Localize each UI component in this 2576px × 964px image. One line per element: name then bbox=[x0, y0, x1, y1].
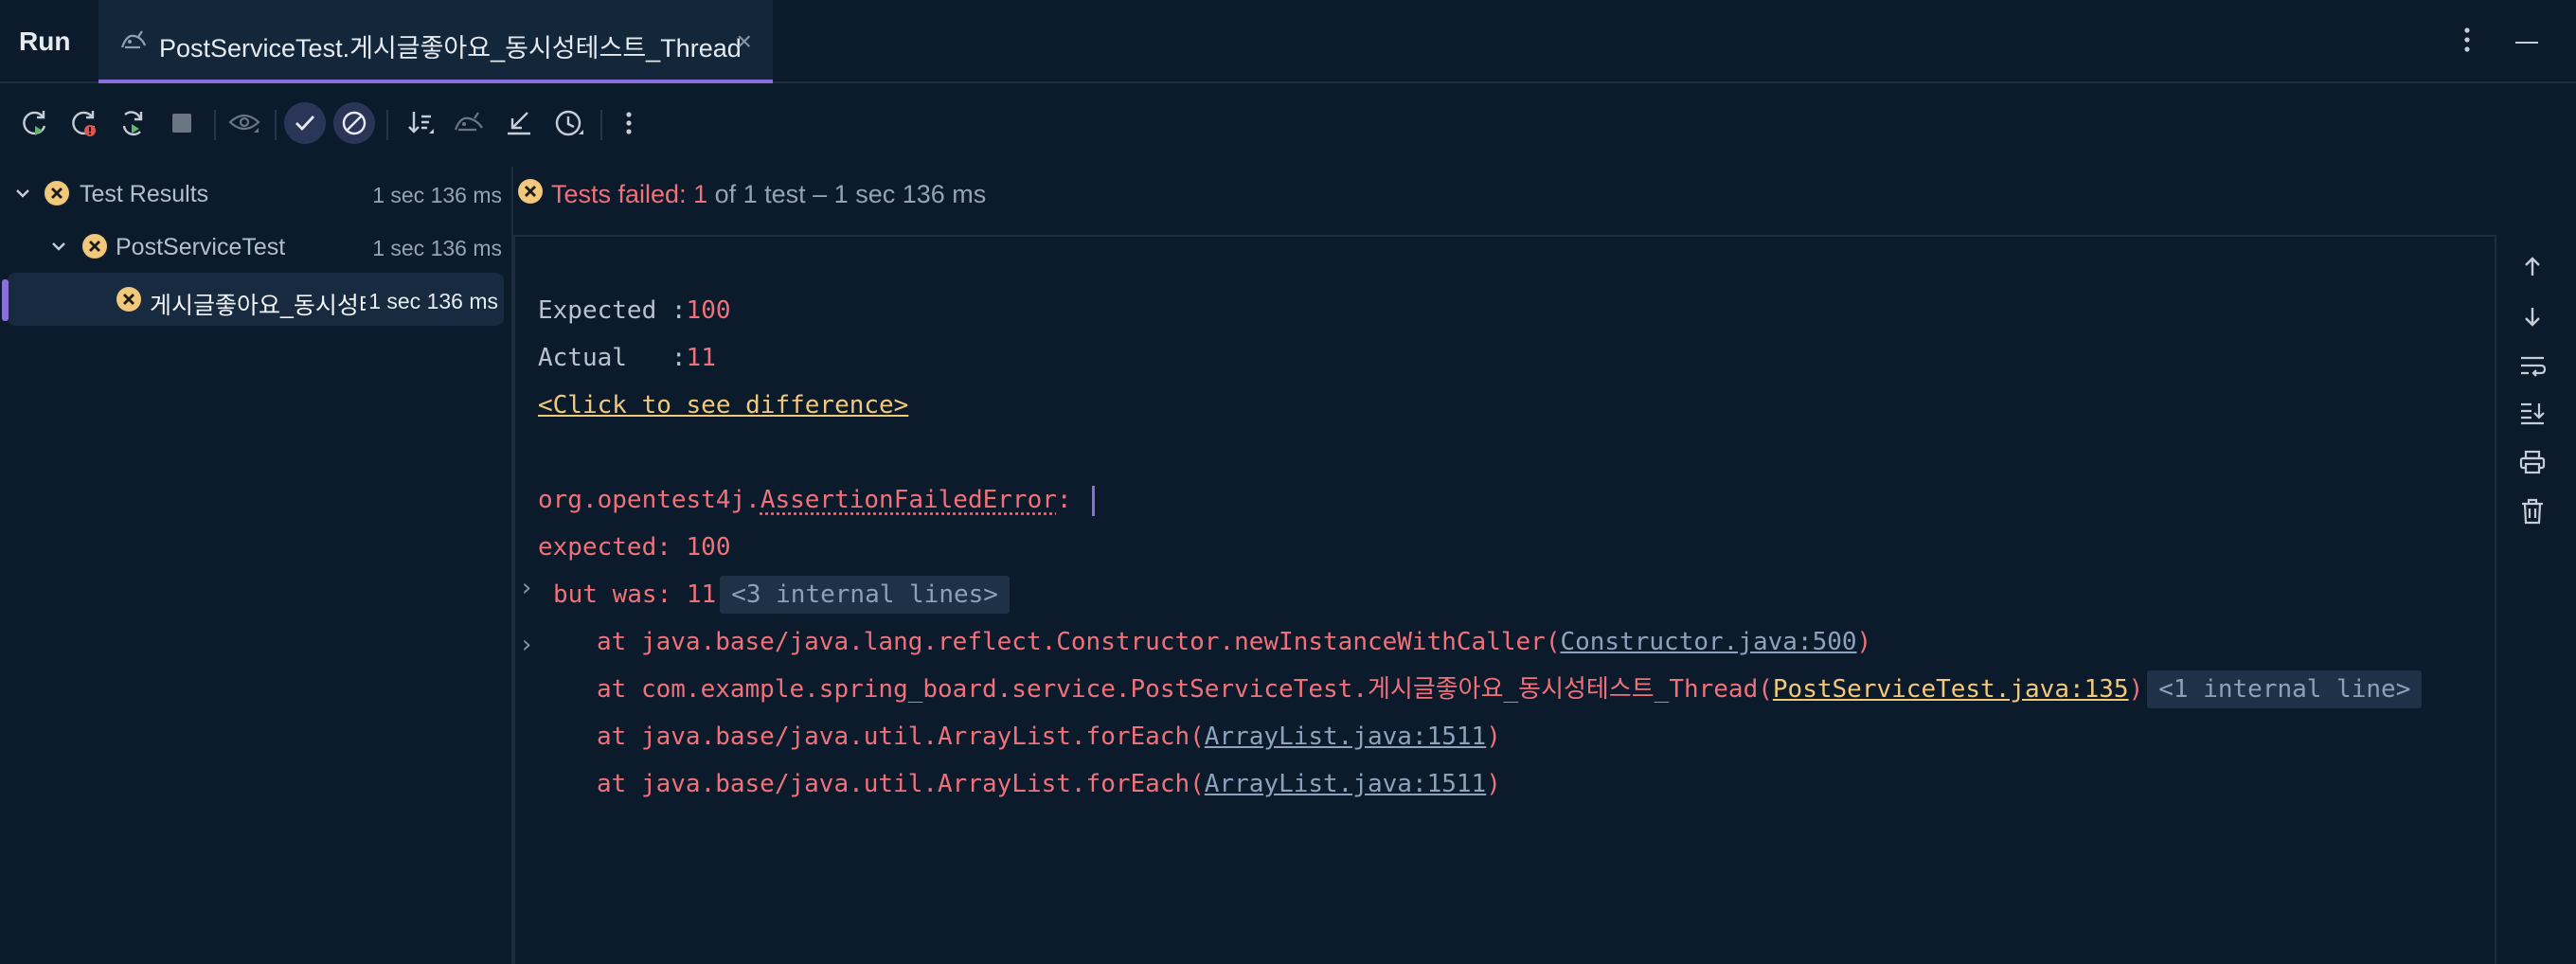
stop-icon[interactable] bbox=[163, 104, 201, 142]
but-was-line: but was: 11 <3 internal lines> bbox=[553, 576, 1010, 614]
stack-frame: at java.base/java.lang.reflect.Construct… bbox=[597, 628, 1872, 656]
show-ignored-toggle-icon[interactable] bbox=[333, 102, 375, 144]
exception-class-link[interactable]: AssertionFailedError bbox=[760, 486, 1057, 514]
tree-node-test-class[interactable]: PostServiceTest 1 sec 136 ms bbox=[0, 220, 508, 273]
chevron-down-icon[interactable] bbox=[13, 184, 32, 207]
stack-frame: at com.example.spring_board.service.Post… bbox=[597, 670, 2423, 708]
selection-marker bbox=[2, 279, 9, 321]
print-icon[interactable] bbox=[2515, 445, 2549, 479]
tab-run-configuration[interactable]: PostServiceTest.게시글좋아요_동시성테스트_Thread × bbox=[98, 0, 773, 83]
tree-node-test-method[interactable]: 게시글좋아요_동시성테스트_Thread 1 sec 136 ms bbox=[8, 273, 504, 326]
up-arrow-icon[interactable] bbox=[2515, 250, 2549, 284]
collapsed-internal-lines[interactable]: <1 internal line> bbox=[2147, 670, 2423, 708]
run-tool-window-title: Run bbox=[19, 27, 71, 56]
tree-duration: 1 sec 136 ms bbox=[372, 183, 502, 207]
test-failed-icon bbox=[517, 178, 544, 209]
toolbar-separator bbox=[275, 110, 277, 140]
stack-frame: at java.base/java.util.ArrayList.forEach… bbox=[597, 770, 1501, 798]
toolbar-separator bbox=[600, 110, 602, 140]
show-passed-icon[interactable] bbox=[284, 102, 326, 144]
toolbar-separator bbox=[214, 110, 216, 140]
status-failed-count: Tests failed: 1 bbox=[551, 180, 708, 208]
clear-icon[interactable] bbox=[2515, 494, 2549, 528]
test-failed-icon bbox=[116, 286, 142, 317]
expand-caret-icon[interactable]: › bbox=[519, 574, 534, 602]
close-tab-icon[interactable]: × bbox=[737, 27, 752, 57]
more-options-icon[interactable] bbox=[2462, 23, 2472, 62]
scroll-to-end-icon[interactable] bbox=[2515, 396, 2549, 430]
tree-node-test-results[interactable]: Test Results 1 sec 136 ms bbox=[0, 167, 508, 220]
rerun-icon[interactable] bbox=[15, 104, 53, 142]
toggle-auto-test-icon[interactable] bbox=[114, 104, 152, 142]
history-icon[interactable] bbox=[549, 104, 587, 142]
test-results-tree: Test Results 1 sec 136 ms PostServiceTes… bbox=[0, 167, 511, 964]
tree-duration: 1 sec 136 ms bbox=[372, 236, 502, 260]
test-runner-icon bbox=[119, 28, 148, 58]
minimize-icon[interactable] bbox=[2515, 42, 2538, 44]
import-tests-icon[interactable] bbox=[451, 104, 489, 142]
chevron-down-icon[interactable] bbox=[49, 237, 68, 260]
tree-label: 게시글좋아요_동시성테스트_Thread bbox=[150, 293, 366, 319]
tree-label: PostServiceTest bbox=[116, 234, 286, 260]
show-ignored-icon[interactable] bbox=[225, 104, 263, 142]
tab-title: PostServiceTest.게시글좋아요_동시성테스트_Thread bbox=[159, 34, 742, 62]
rerun-failed-icon[interactable] bbox=[64, 104, 102, 142]
sort-icon[interactable] bbox=[402, 104, 439, 142]
tree-duration: 1 sec 136 ms bbox=[368, 289, 498, 314]
tool-window-header: Run PostServiceTest.게시글좋아요_동시성테스트_Thread… bbox=[0, 0, 2576, 83]
test-failed-icon bbox=[44, 180, 70, 211]
click-to-see-difference-link[interactable]: <Click to see difference> bbox=[538, 391, 908, 420]
tree-label: Test Results bbox=[80, 181, 209, 207]
actual-line: Actual :11 bbox=[538, 344, 716, 372]
source-link[interactable]: ArrayList.java:1511 bbox=[1205, 723, 1486, 751]
down-arrow-icon[interactable] bbox=[2515, 299, 2549, 333]
toolbar-separator bbox=[386, 110, 388, 140]
stack-frame: at java.base/java.util.ArrayList.forEach… bbox=[597, 723, 1501, 751]
soft-wrap-icon[interactable] bbox=[2515, 348, 2549, 383]
console-output[interactable]: Expected :100 Actual :11 <Click to see d… bbox=[513, 235, 2496, 964]
source-link[interactable]: ArrayList.java:1511 bbox=[1205, 770, 1486, 798]
source-link[interactable]: Constructor.java:500 bbox=[1560, 628, 1856, 656]
text-cursor bbox=[1092, 485, 1096, 516]
test-runner-toolbar bbox=[0, 93, 663, 159]
expand-caret-icon[interactable]: › bbox=[519, 631, 534, 659]
status-summary: of 1 test – 1 sec 136 ms bbox=[707, 180, 987, 208]
collapsed-internal-lines[interactable]: <3 internal lines> bbox=[720, 576, 1010, 614]
expected-message-line: expected: 100 bbox=[538, 533, 731, 562]
more-icon[interactable] bbox=[610, 104, 648, 142]
diff-line: <Click to see difference> bbox=[538, 386, 908, 424]
exception-line: org.opentest4j.AssertionFailedError: bbox=[538, 481, 1096, 519]
export-tests-icon[interactable] bbox=[500, 104, 538, 142]
test-failed-icon bbox=[81, 233, 108, 264]
expected-line: Expected :100 bbox=[538, 296, 731, 325]
source-link[interactable]: PostServiceTest.java:135 bbox=[1773, 675, 2129, 704]
